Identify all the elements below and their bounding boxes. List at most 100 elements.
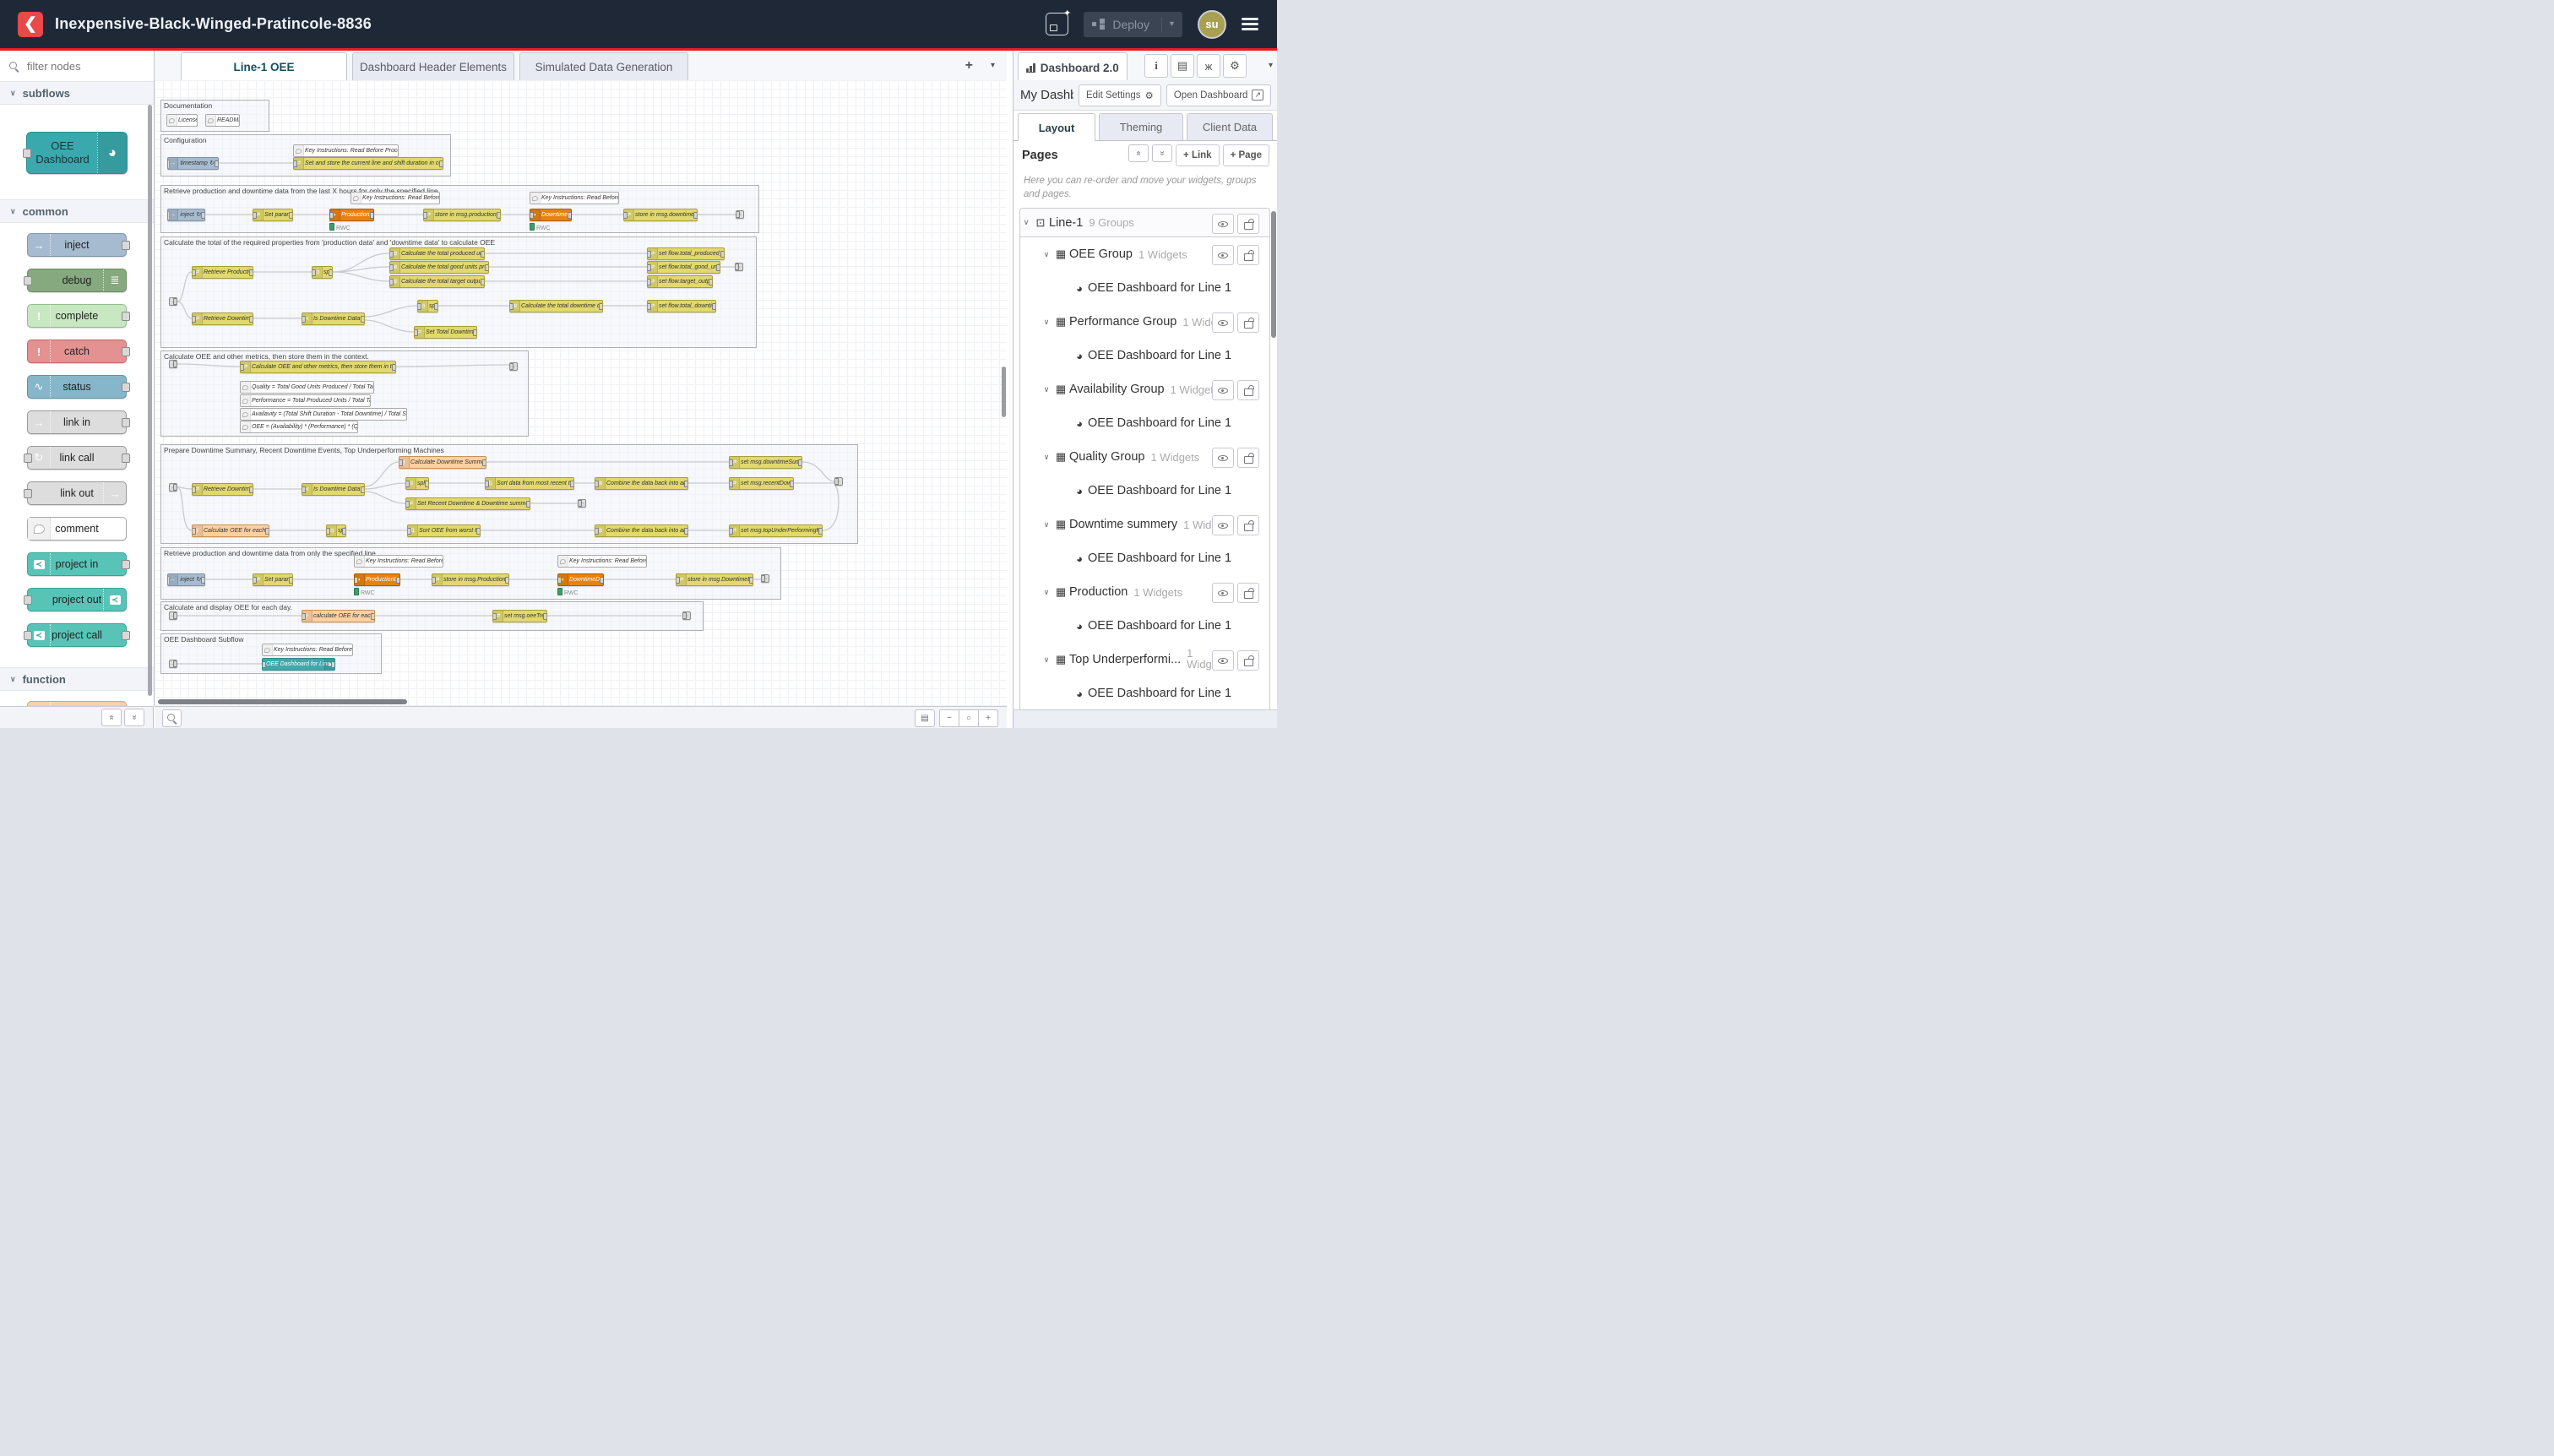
- node-input-port[interactable]: [312, 269, 316, 276]
- linkout-node[interactable]: →: [736, 210, 744, 219]
- change-node[interactable]: ⇄set flow.total_good_units: [647, 261, 720, 274]
- node-input-port[interactable]: [24, 276, 32, 285]
- palette-scrollbar[interactable]: [148, 105, 152, 696]
- node-input-port[interactable]: [253, 212, 257, 219]
- node-input-port[interactable]: [302, 316, 306, 323]
- chevron-down-icon[interactable]: ∨: [1041, 385, 1052, 394]
- tree-widget-row[interactable]: ◕OEE Dashboard for Line 1: [1020, 541, 1269, 575]
- change-node[interactable]: ⇄Set Recent Downtime & Downtime summery …: [405, 497, 530, 510]
- node-output-port[interactable]: [485, 264, 489, 271]
- node-port[interactable]: [173, 298, 177, 305]
- visibility-eye-button[interactable]: [1212, 515, 1234, 535]
- change-node[interactable]: ⇄set msg.downtimeSummery: [729, 456, 802, 469]
- minimap-button[interactable]: ▤: [915, 709, 935, 727]
- node-input-port[interactable]: [595, 528, 599, 535]
- tree-group-row[interactable]: ∨▦Production1 Widgets: [1020, 575, 1269, 609]
- node-output-port[interactable]: [473, 329, 477, 336]
- tree-group-row[interactable]: ∨▦OEE Group1 Widgets: [1020, 237, 1269, 271]
- sort-node[interactable]: ⇅Sort data from most recent to oldest: [485, 477, 574, 490]
- node-input-port[interactable]: [329, 212, 334, 219]
- tree-group-row[interactable]: ∨▦Performance Group1 Widgets: [1020, 305, 1269, 339]
- palette-node-link-in[interactable]: →link in: [27, 410, 127, 434]
- visibility-eye-button[interactable]: [1212, 245, 1234, 265]
- comment-node[interactable]: Performance = Total Produced Units / Tot…: [240, 394, 371, 407]
- linkin-node[interactable]: →: [169, 483, 177, 492]
- chevron-down-icon[interactable]: ∨: [1041, 520, 1052, 530]
- node-input-port[interactable]: [729, 528, 733, 535]
- docs-book-button[interactable]: ▤: [1171, 54, 1194, 78]
- flow-list-caret-icon[interactable]: ▾: [991, 61, 995, 70]
- tab-simulated-data-generation[interactable]: Simulated Data Generation: [519, 52, 688, 80]
- comment-node[interactable]: OEE = (Availability) * (Performance) * (…: [240, 421, 358, 433]
- node-input-port[interactable]: [293, 160, 297, 167]
- linkin-node[interactable]: →: [169, 297, 177, 306]
- change-node[interactable]: ⇄store in msg.production_data: [423, 209, 501, 221]
- change-node[interactable]: ⇄Set and store the current line and shif…: [293, 157, 443, 170]
- palette-node-status[interactable]: ∿status: [27, 375, 127, 399]
- change-node[interactable]: ⇄store in msg.ProductionData: [432, 573, 509, 586]
- deploy-button[interactable]: Deploy ▾: [1084, 12, 1182, 37]
- node-input-port[interactable]: [729, 459, 733, 466]
- flow-canvas[interactable]: DocumentationConfigurationRetrieve produ…: [155, 80, 1007, 706]
- node-output-port[interactable]: [371, 613, 375, 620]
- node-output-port[interactable]: [122, 383, 130, 392]
- visibility-eye-button[interactable]: [1212, 380, 1234, 400]
- palette-expand-all-button[interactable]: »: [124, 709, 144, 726]
- node-port[interactable]: [509, 363, 514, 370]
- node-input-port[interactable]: [432, 577, 436, 584]
- tree-widget-row[interactable]: ◕OEE Dashboard for Line 1: [1020, 339, 1269, 372]
- node-port[interactable]: [736, 211, 740, 218]
- node-output-port[interactable]: [289, 212, 293, 219]
- node-input-port[interactable]: [253, 577, 257, 584]
- palette-node-link-call[interactable]: ↻link call: [27, 446, 127, 470]
- node-output-port[interactable]: [122, 631, 130, 640]
- node-input-port[interactable]: [326, 528, 330, 535]
- change-node[interactable]: ⇄set msg.recentDowntime: [729, 477, 794, 490]
- chevron-down-icon[interactable]: ∨: [1041, 588, 1052, 597]
- change-node[interactable]: ⇄Retrieve Downtime Data: [192, 483, 253, 496]
- node-output-port[interactable]: [249, 486, 253, 493]
- node-input-port[interactable]: [354, 577, 358, 584]
- node-output-port[interactable]: [481, 251, 485, 258]
- sidebar-scrollbar[interactable]: [1271, 211, 1276, 338]
- lock-button[interactable]: [1237, 380, 1259, 400]
- change-node[interactable]: ⇄Calculate OEE and other metrics, then s…: [240, 361, 396, 373]
- tree-widget-row[interactable]: ◕OEE Dashboard for Line 1: [1020, 609, 1269, 643]
- palette-category-function[interactable]: ∨function: [0, 667, 154, 691]
- comment-node[interactable]: Availavity = (Total Shift Duration - Tot…: [240, 408, 407, 421]
- node-output-port[interactable]: [818, 528, 823, 535]
- comment-node[interactable]: License: [166, 114, 198, 127]
- zoom-in-button[interactable]: +: [978, 709, 998, 727]
- change-node[interactable]: ⇄set flow.total_produced_units: [647, 247, 725, 260]
- canvas-search-button[interactable]: [162, 709, 182, 727]
- palette-node-debug[interactable]: ≣debug: [27, 269, 127, 292]
- edit-settings-button[interactable]: Edit Settings⚙: [1079, 84, 1161, 106]
- split-node[interactable]: ⊟split: [405, 477, 429, 490]
- node-input-port[interactable]: [485, 481, 489, 487]
- palette-node-oee-dashboard[interactable]: OEE Dashboard◕: [26, 132, 128, 174]
- node-input-port[interactable]: [192, 528, 196, 535]
- node-input-port[interactable]: [417, 303, 421, 310]
- node-output-port[interactable]: [370, 212, 374, 219]
- node-output-port[interactable]: [570, 481, 574, 487]
- node-output-port[interactable]: [249, 269, 253, 276]
- zoom-out-button[interactable]: −: [939, 709, 959, 727]
- add-link-button[interactable]: + Link: [1176, 144, 1220, 166]
- change-node[interactable]: ⇄store in msg.downtime_data: [623, 209, 698, 221]
- node-output-port[interactable]: [543, 613, 547, 620]
- tree-group-row[interactable]: ∨▦Availability Group1 Widgets: [1020, 372, 1269, 406]
- node-output-port[interactable]: [476, 528, 481, 535]
- node-output-port[interactable]: [568, 212, 572, 219]
- node-input-port[interactable]: [647, 251, 651, 258]
- node-input-port[interactable]: [405, 501, 410, 508]
- node-output-port[interactable]: [684, 528, 688, 535]
- node-output-port[interactable]: [481, 279, 485, 285]
- tab-theming[interactable]: Theming: [1099, 113, 1183, 140]
- tree-group-row[interactable]: ∨▦Top Underperformi...1 Widgets: [1020, 643, 1269, 676]
- change-node[interactable]: ⇄set flow.total_downtime: [647, 300, 716, 312]
- node-input-port[interactable]: [509, 303, 514, 310]
- linkout-node[interactable]: →: [735, 263, 743, 271]
- node-input-port[interactable]: [389, 264, 394, 271]
- sidebar-tabs-caret-icon[interactable]: ▾: [1269, 61, 1273, 70]
- node-output-port[interactable]: [361, 486, 365, 493]
